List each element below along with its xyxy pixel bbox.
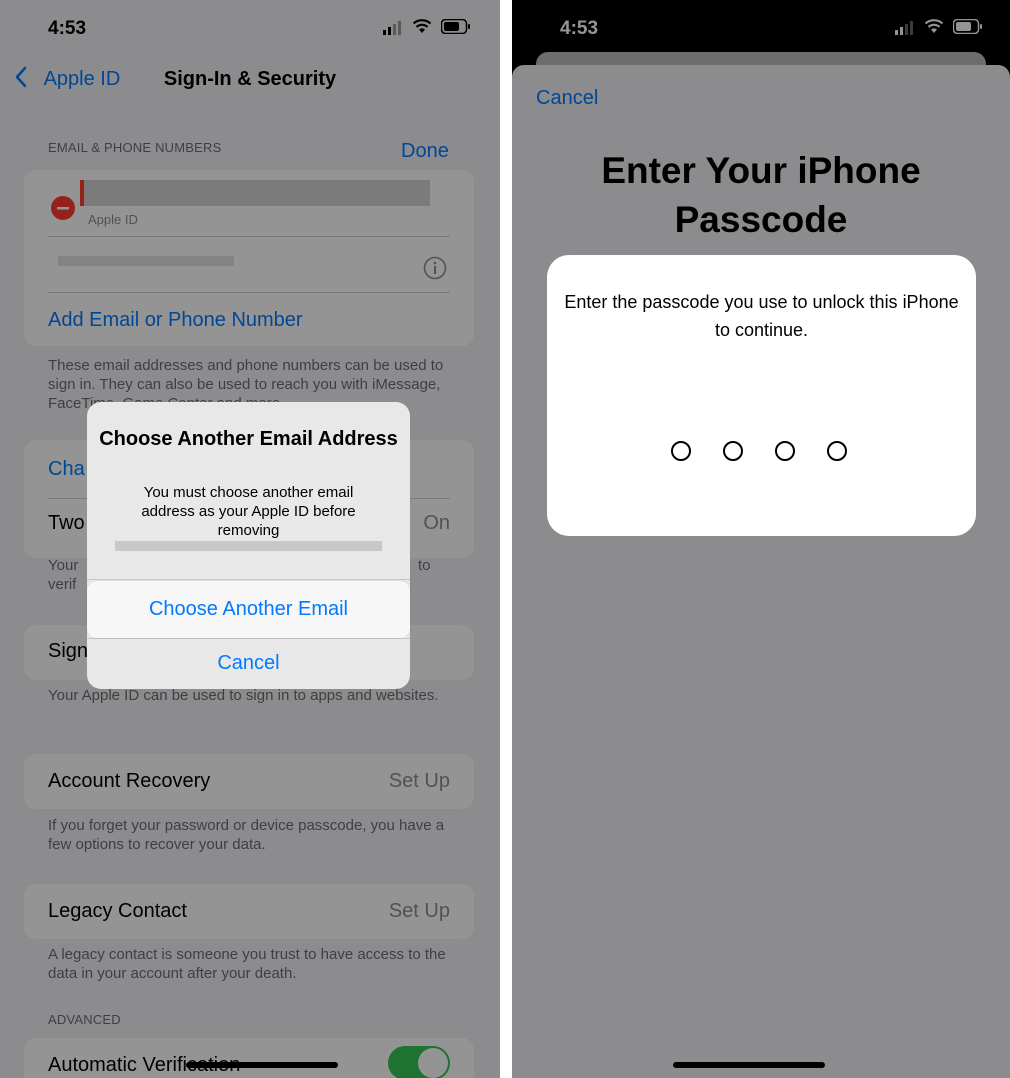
redacted-email-text — [115, 541, 382, 551]
passcode-dot — [775, 441, 795, 461]
alert-divider — [87, 638, 410, 639]
choose-another-email-label: Choose Another Email — [148, 598, 348, 620]
alert-cancel-button[interactable]: Cancel — [87, 652, 410, 675]
home-indicator — [673, 1062, 825, 1068]
alert-message: You must choose another email address as… — [141, 484, 356, 539]
passcode-prompt: Enter the passcode you use to unlock thi… — [564, 292, 959, 340]
alert-title: Choose Another Email Address — [99, 428, 398, 450]
choose-email-alert: Choose Another Email Address You must ch… — [87, 402, 410, 689]
modal-dim-overlay — [512, 0, 1010, 1078]
passcode-card: Enter the passcode you use to unlock thi… — [547, 255, 976, 536]
passcode-dot — [827, 441, 847, 461]
home-indicator — [186, 1062, 338, 1068]
passcode-dot — [671, 441, 691, 461]
passcode-dot — [723, 441, 743, 461]
right-phone-screen: 4:53 Cancel Enter Your iPhone Passcode E… — [512, 0, 1010, 1078]
alert-divider — [87, 579, 410, 580]
left-phone-screen: 4:53 Apple ID Sign-In & Security EMAIL &… — [0, 0, 500, 1078]
choose-another-email-button[interactable]: Choose Another Email — [87, 581, 410, 638]
